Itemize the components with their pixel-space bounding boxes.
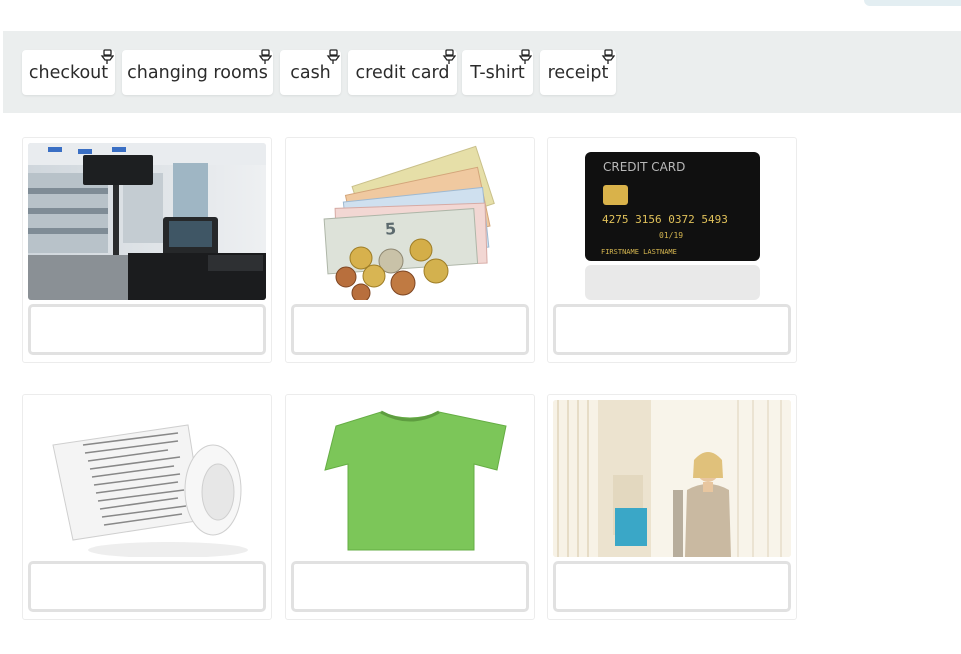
word-chip-credit-card[interactable]: credit card xyxy=(348,49,457,95)
answer-drop-zone[interactable] xyxy=(553,561,791,612)
checkout-counter-photo xyxy=(28,143,266,300)
receipt-roll-photo xyxy=(28,400,266,557)
card-title: CREDIT CARD xyxy=(603,160,685,174)
pin-icon xyxy=(100,49,114,64)
banknote-value: 5 xyxy=(384,219,396,239)
word-chip-t-shirt[interactable]: T-shirt xyxy=(462,49,533,95)
card-expiry: 01/19 xyxy=(659,231,683,240)
card-holder: FIRSTNAME LASTNAME xyxy=(601,248,677,256)
chip-label: cash xyxy=(290,62,331,83)
pin-icon xyxy=(601,49,615,64)
answer-drop-zone[interactable] xyxy=(28,561,266,612)
pin-icon xyxy=(518,49,532,64)
tile-1 xyxy=(22,137,272,363)
top-tab-decoration xyxy=(864,0,961,6)
chip-label: changing rooms xyxy=(127,62,268,83)
word-chip-changing-rooms[interactable]: changing rooms xyxy=(122,49,273,95)
word-bank: checkout changing rooms cash credit card… xyxy=(3,31,961,113)
answer-drop-zone[interactable] xyxy=(28,304,266,355)
card-number: 4275 3156 0372 5493 xyxy=(602,213,728,226)
word-chip-cash[interactable]: cash xyxy=(280,49,341,95)
word-chip-receipt[interactable]: receipt xyxy=(540,49,616,95)
tile-2: 100 50 20 10 5 xyxy=(285,137,535,363)
tile-6 xyxy=(547,394,797,620)
chip-label: receipt xyxy=(547,62,609,83)
chip-label: T-shirt xyxy=(470,62,525,83)
tile-4 xyxy=(22,394,272,620)
pin-icon xyxy=(442,49,456,64)
tile-5 xyxy=(285,394,535,620)
chip-label: checkout xyxy=(28,62,109,83)
tile-3: CREDIT CARD 4275 3156 0372 5493 01/19 FI… xyxy=(547,137,797,363)
pin-icon xyxy=(326,49,340,64)
answer-drop-zone[interactable] xyxy=(291,561,529,612)
pin-icon xyxy=(258,49,272,64)
green-tshirt-photo xyxy=(291,400,529,557)
cash-money-photo: 100 50 20 10 5 xyxy=(291,143,529,300)
chip-label: credit card xyxy=(355,62,450,83)
answer-drop-zone[interactable] xyxy=(291,304,529,355)
answer-drop-zone[interactable] xyxy=(553,304,791,355)
credit-card-photo: CREDIT CARD 4275 3156 0372 5493 01/19 FI… xyxy=(553,143,791,300)
word-chip-checkout[interactable]: checkout xyxy=(22,49,115,95)
changing-room-photo xyxy=(553,400,791,557)
